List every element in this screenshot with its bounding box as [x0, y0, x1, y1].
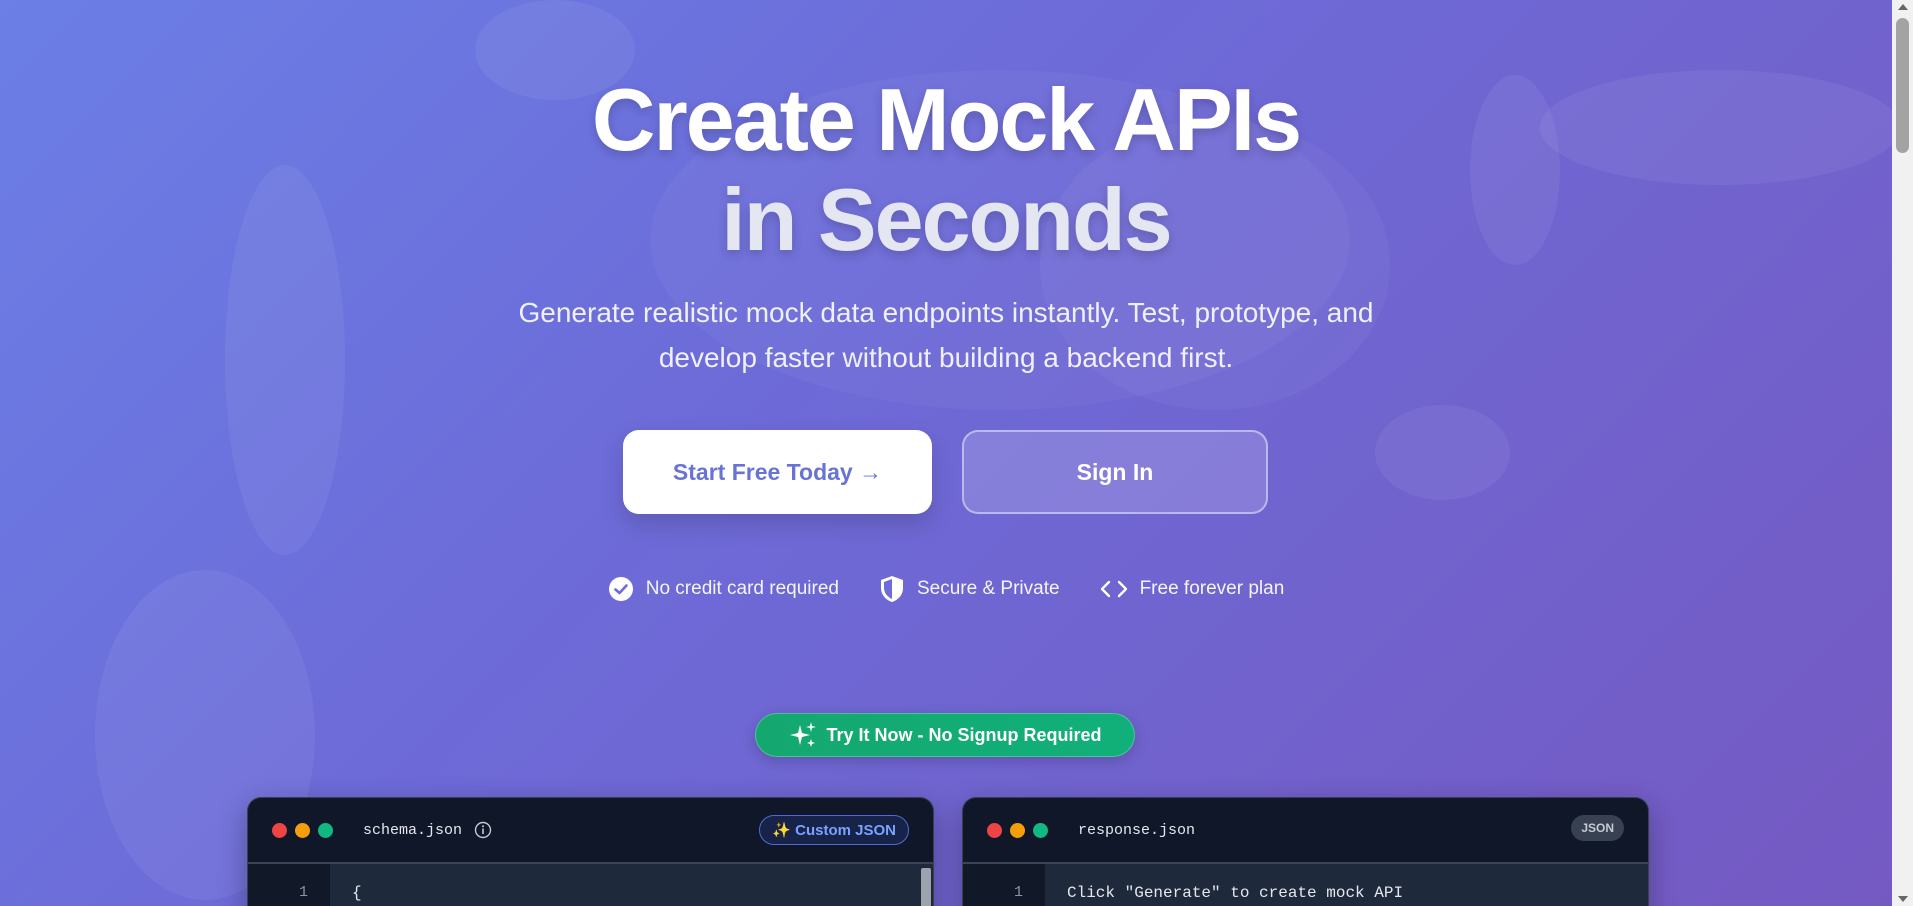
scroll-up-arrow-icon[interactable]: [1898, 4, 1908, 10]
schema-filename: schema.json: [363, 821, 463, 839]
check-circle-icon: [608, 577, 633, 601]
feature-item: Secure & Private: [879, 575, 1060, 603]
window-close-dot: [272, 822, 287, 838]
sign-in-button[interactable]: Sign In: [962, 430, 1268, 514]
feature-label: Free forever plan: [1139, 578, 1285, 599]
scroll-down-arrow-icon[interactable]: [1898, 896, 1908, 902]
response-code-area: 1 Click "Generate" to create mock API: [963, 862, 1648, 906]
hero-title-line1: Create Mock APIs: [591, 70, 1302, 169]
code-body[interactable]: {: [330, 864, 933, 906]
start-free-button[interactable]: Start Free Today →: [623, 430, 932, 514]
response-filename: response.json: [1078, 821, 1196, 839]
page-scrollbar[interactable]: [1892, 0, 1913, 906]
feature-item: No credit card required: [608, 575, 839, 603]
try-it-now-button[interactable]: Try It Now - No Signup Required: [755, 713, 1135, 757]
feature-list: No credit card required Secure & Private…: [0, 575, 1892, 603]
window-minimize-dot: [295, 822, 310, 838]
feature-item: Free forever plan: [1100, 575, 1285, 603]
hero-subtitle-line2: develop faster without building a backen…: [658, 342, 1234, 373]
window-minimize-dot: [1010, 822, 1025, 838]
schema-code-area[interactable]: 1 {: [248, 862, 933, 906]
info-icon[interactable]: [474, 821, 492, 839]
schema-panel-header: schema.json ✨ Custom JSON: [248, 798, 933, 862]
custom-json-badge[interactable]: ✨ Custom JSON: [759, 815, 909, 845]
code-line: {: [352, 884, 362, 902]
line-number: 1: [298, 884, 308, 901]
window-maximize-dot: [1033, 822, 1048, 838]
response-panel-header: response.json JSON: [963, 798, 1648, 862]
code-line: Click "Generate" to create mock API: [1067, 884, 1404, 902]
line-number-gutter: 1: [963, 864, 1045, 906]
hero-subtitle-line1: Generate realistic mock data endpoints i…: [518, 297, 1374, 328]
shield-icon: [881, 576, 903, 602]
background-blob: [1375, 405, 1510, 500]
sparkles-icon: [790, 722, 817, 747]
landing-page: Create Mock APIs in Seconds Generate rea…: [0, 0, 1892, 906]
response-panel: response.json JSON 1 Click "Generate" to…: [962, 797, 1649, 906]
hero-subtitle: Generate realistic mock data endpoints i…: [0, 290, 1892, 380]
editor-scrollbar[interactable]: [921, 868, 931, 906]
scrollbar-thumb[interactable]: [1896, 18, 1909, 153]
line-number: 1: [1013, 884, 1023, 901]
window-maximize-dot: [318, 822, 333, 838]
feature-label: No credit card required: [645, 578, 839, 599]
code-icon: [1100, 580, 1127, 598]
line-number-gutter: 1: [248, 864, 330, 906]
feature-label: Secure & Private: [917, 578, 1060, 599]
schema-editor-panel: schema.json ✨ Custom JSON 1 {: [247, 797, 934, 906]
hero-title: Create Mock APIs in Seconds: [0, 70, 1892, 270]
code-body: Click "Generate" to create mock API: [1045, 864, 1648, 906]
window-close-dot: [987, 822, 1002, 838]
try-it-now-label: Try It Now - No Signup Required: [826, 724, 1102, 745]
json-badge: JSON: [1571, 815, 1624, 841]
hero-title-line2: in Seconds: [721, 170, 1172, 269]
